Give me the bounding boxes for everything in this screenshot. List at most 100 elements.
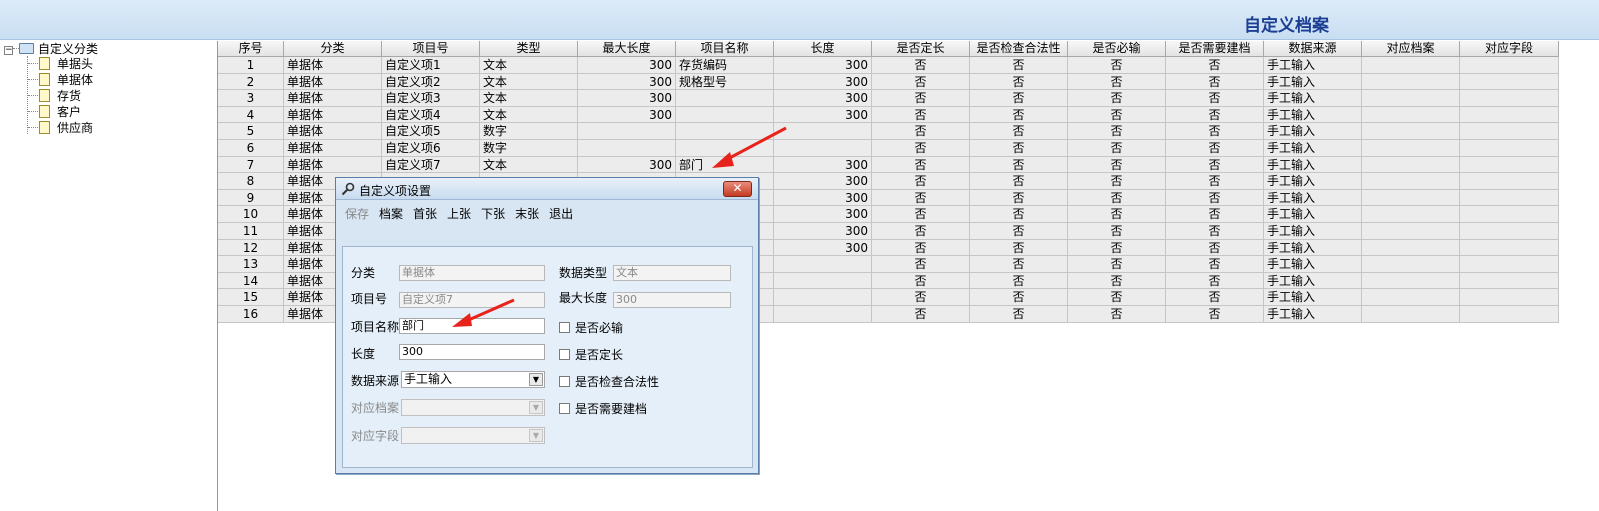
table-cell-col-fixed-length[interactable]: 否: [872, 256, 970, 273]
table-cell-col-archive[interactable]: [1362, 305, 1460, 323]
tree-collapse-icon[interactable]: −: [4, 46, 13, 55]
table-cell-col-required[interactable]: 否: [1068, 222, 1166, 240]
table-cell-col-needs-archive[interactable]: 否: [1166, 139, 1264, 157]
table-cell-col-field[interactable]: [1460, 256, 1559, 273]
table-cell-col-archive[interactable]: [1362, 156, 1460, 174]
table-cell-col-archive[interactable]: [1362, 57, 1460, 74]
header-col-required[interactable]: 是否必输: [1068, 41, 1166, 57]
table-cell-col-validate[interactable]: 否: [970, 239, 1068, 257]
table-cell-col-needs-archive[interactable]: 否: [1166, 272, 1264, 290]
table-cell-col-field[interactable]: [1460, 206, 1559, 223]
table-cell-col-index[interactable]: 3: [218, 90, 284, 107]
table-cell-col-data-source[interactable]: 手工输入: [1264, 123, 1362, 140]
tree-item-bill-header[interactable]: 单据头: [57, 56, 93, 72]
table-cell-col-data-source[interactable]: 手工输入: [1264, 222, 1362, 240]
table-cell-col-field[interactable]: [1460, 139, 1559, 157]
table-cell-col-data-source[interactable]: 手工输入: [1264, 305, 1362, 323]
table-cell-col-validate[interactable]: 否: [970, 57, 1068, 74]
chevron-down-icon[interactable]: ▼: [529, 373, 543, 386]
tree-item-customer[interactable]: 客户: [57, 104, 81, 120]
table-cell-col-required[interactable]: 否: [1068, 189, 1166, 207]
table-cell-col-item-name[interactable]: 存货编码: [676, 57, 774, 74]
table-cell-col-max-length[interactable]: 300: [578, 57, 676, 74]
table-cell-col-fixed-length[interactable]: 否: [872, 139, 970, 157]
table-cell-col-needs-archive[interactable]: 否: [1166, 256, 1264, 273]
header-col-index[interactable]: 序号: [218, 41, 284, 57]
table-cell-col-data-source[interactable]: 手工输入: [1264, 90, 1362, 107]
table-cell-col-length[interactable]: 300: [774, 73, 872, 91]
table-cell-col-item-no[interactable]: 自定义项4: [382, 106, 480, 124]
table-cell-col-data-source[interactable]: 手工输入: [1264, 73, 1362, 91]
table-cell-col-category[interactable]: 单据体: [284, 73, 382, 91]
table-cell-col-field[interactable]: [1460, 272, 1559, 290]
table-cell-col-archive[interactable]: [1362, 206, 1460, 223]
table-cell-col-archive[interactable]: [1362, 189, 1460, 207]
table-cell-col-validate[interactable]: 否: [970, 156, 1068, 174]
table-cell-col-category[interactable]: 单据体: [284, 139, 382, 157]
table-cell-col-needs-archive[interactable]: 否: [1166, 189, 1264, 207]
table-cell-col-index[interactable]: 12: [218, 239, 284, 257]
table-cell-col-needs-archive[interactable]: 否: [1166, 173, 1264, 190]
table-cell-col-data-source[interactable]: 手工输入: [1264, 139, 1362, 157]
table-cell-col-required[interactable]: 否: [1068, 73, 1166, 91]
table-cell-col-item-name[interactable]: [676, 90, 774, 107]
datatype-field[interactable]: 文本: [613, 265, 731, 281]
table-cell-col-field[interactable]: [1460, 90, 1559, 107]
table-cell-col-index[interactable]: 16: [218, 305, 284, 323]
table-cell-col-length[interactable]: [774, 272, 872, 290]
close-button[interactable]: ✕: [723, 181, 752, 197]
archive-button[interactable]: 档案: [374, 203, 408, 225]
table-cell-col-required[interactable]: 否: [1068, 90, 1166, 107]
max-length-field[interactable]: 300: [613, 292, 731, 308]
table-cell-col-fixed-length[interactable]: 否: [872, 156, 970, 174]
tree-root-label[interactable]: 自定义分类: [38, 41, 98, 57]
header-col-field[interactable]: 对应字段: [1460, 41, 1559, 57]
table-cell-col-data-source[interactable]: 手工输入: [1264, 189, 1362, 207]
table-cell-col-item-no[interactable]: 自定义项1: [382, 57, 480, 74]
table-cell-col-type[interactable]: 文本: [480, 73, 578, 91]
table-cell-col-category[interactable]: 单据体: [284, 123, 382, 140]
header-col-category[interactable]: 分类: [284, 41, 382, 57]
table-cell-col-required[interactable]: 否: [1068, 289, 1166, 306]
table-cell-col-validate[interactable]: 否: [970, 272, 1068, 290]
table-cell-col-archive[interactable]: [1362, 106, 1460, 124]
table-cell-col-index[interactable]: 1: [218, 57, 284, 74]
table-cell-col-archive[interactable]: [1362, 90, 1460, 107]
table-cell-col-required[interactable]: 否: [1068, 123, 1166, 140]
table-cell-col-field[interactable]: [1460, 305, 1559, 323]
table-cell-col-archive[interactable]: [1362, 73, 1460, 91]
table-cell-col-required[interactable]: 否: [1068, 156, 1166, 174]
table-row[interactable]: 2 单据体 自定义项2 文本 300 规格型号 300 否否否否手工输入: [218, 73, 1559, 91]
table-cell-col-archive[interactable]: [1362, 289, 1460, 306]
table-cell-col-required[interactable]: 否: [1068, 139, 1166, 157]
table-cell-col-max-length[interactable]: 300: [578, 106, 676, 124]
table-cell-col-field[interactable]: [1460, 173, 1559, 190]
table-cell-col-validate[interactable]: 否: [970, 139, 1068, 157]
table-cell-col-field[interactable]: [1460, 239, 1559, 257]
table-cell-col-fixed-length[interactable]: 否: [872, 106, 970, 124]
header-col-validate[interactable]: 是否检查合法性: [970, 41, 1068, 57]
table-cell-col-length[interactable]: 300: [774, 90, 872, 107]
header-col-max-length[interactable]: 最大长度: [578, 41, 676, 57]
table-cell-col-field[interactable]: [1460, 156, 1559, 174]
archive-select[interactable]: ▼: [401, 399, 545, 416]
table-cell-col-needs-archive[interactable]: 否: [1166, 289, 1264, 306]
table-cell-col-field[interactable]: [1460, 189, 1559, 207]
table-cell-col-required[interactable]: 否: [1068, 305, 1166, 323]
table-cell-col-fixed-length[interactable]: 否: [872, 239, 970, 257]
table-row[interactable]: 1 单据体 自定义项1 文本 300 存货编码 300 否否否否手工输入: [218, 57, 1559, 74]
table-cell-col-data-source[interactable]: 手工输入: [1264, 272, 1362, 290]
table-cell-col-field[interactable]: [1460, 222, 1559, 240]
required-checkbox[interactable]: [559, 322, 570, 333]
table-cell-col-fixed-length[interactable]: 否: [872, 289, 970, 306]
table-cell-col-max-length[interactable]: 300: [578, 73, 676, 91]
dialog-titlebar[interactable]: 自定义项设置 ✕: [336, 178, 758, 200]
table-cell-col-data-source[interactable]: 手工输入: [1264, 173, 1362, 190]
table-cell-col-type[interactable]: 数字: [480, 123, 578, 140]
table-cell-col-index[interactable]: 6: [218, 139, 284, 157]
table-cell-col-index[interactable]: 7: [218, 156, 284, 174]
next-button[interactable]: 下张: [476, 203, 510, 225]
header-col-type[interactable]: 类型: [480, 41, 578, 57]
first-button[interactable]: 首张: [408, 203, 442, 225]
table-cell-col-item-name[interactable]: 规格型号: [676, 73, 774, 91]
